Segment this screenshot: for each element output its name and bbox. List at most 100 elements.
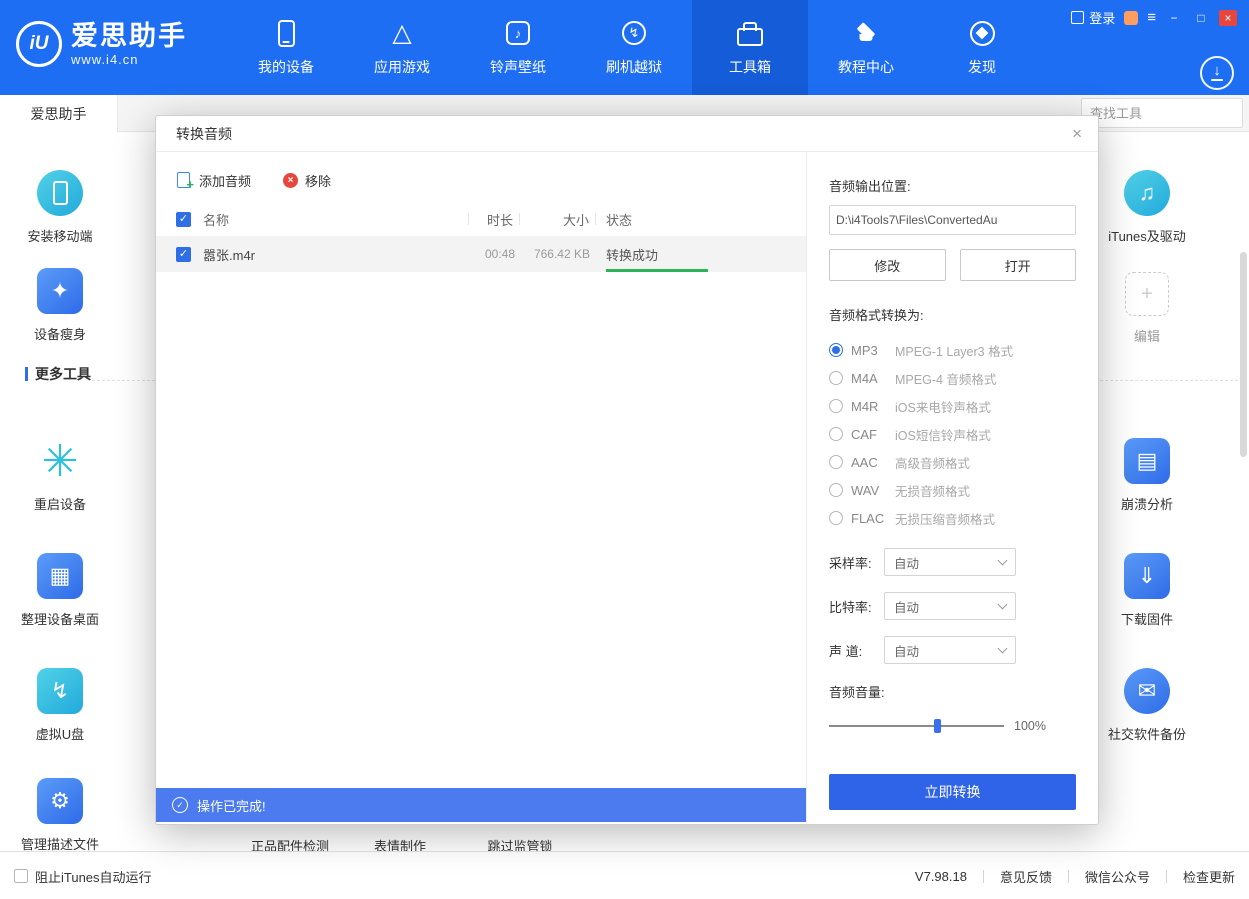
convert-now-button[interactable]: 立即转换 [829,774,1076,810]
format-option-wav[interactable]: WAV 无损音频格式 [829,476,1076,504]
radio-selected-icon [829,343,843,357]
graduation-cap-icon [851,18,881,48]
output-location-label: 音频输出位置: [829,176,1076,195]
format-desc: MPEG-1 Layer3 格式 [895,341,1013,360]
tool-edit-placeholder[interactable]: + 编辑 [1087,272,1207,345]
column-size: 大小 [520,210,595,229]
remove-button[interactable]: × 移除 [283,171,331,190]
nav-item-my-devices[interactable]: 我的设备 [228,0,344,95]
format-option-mp3[interactable]: MP3 MPEG-1 Layer3 格式 [829,336,1076,364]
download-manager-icon[interactable]: ↓ [1200,56,1234,90]
format-option-aac[interactable]: AAC 高级音频格式 [829,448,1076,476]
wechat-link[interactable]: 微信公众号 [1085,867,1150,886]
sample-rate-select[interactable]: 自动 [884,548,1016,576]
tool-device-slim[interactable]: ✦ 设备瘦身 [0,268,120,343]
format-code: MP3 [851,343,887,358]
close-dialog-icon[interactable]: × [1072,116,1082,152]
nav-item-apps-games[interactable]: △ 应用游戏 [344,0,460,95]
app-logo: iU 爱思助手 www.i4.cn [16,21,187,67]
device-slim-icon: ✦ [37,268,83,314]
nav-item-discover[interactable]: 发现 [924,0,1040,95]
bit-rate-value: 自动 [894,597,919,616]
tool-social-backup[interactable]: ✉ 社交软件备份 [1087,668,1207,743]
format-option-caf[interactable]: CAF iOS短信铃声格式 [829,420,1076,448]
briefcase-icon [737,18,763,48]
nav-label: 发现 [968,57,996,77]
format-option-m4a[interactable]: M4A MPEG-4 音频格式 [829,364,1076,392]
volume-value: 100% [1014,719,1046,733]
column-name: 名称 [203,210,468,229]
tab-aisi-assistant[interactable]: 爱思助手 [0,95,118,132]
nav-label: 铃声壁纸 [490,57,546,77]
bit-rate-select[interactable]: 自动 [884,592,1016,620]
list-icon[interactable]: ≡ [1147,11,1156,25]
channel-label: 声 道: [829,641,884,660]
search-input[interactable] [1090,106,1249,121]
sample-rate-label: 采样率: [829,553,884,572]
volume-slider[interactable] [829,725,1004,727]
radio-icon [829,371,843,385]
down-arrow-icon: ↓ [1213,65,1221,77]
open-button[interactable]: 打开 [960,249,1077,281]
tool-install-mobile[interactable]: 安装移动端 [0,170,120,245]
add-tool-icon: + [1125,272,1169,316]
nav-item-toolbox[interactable]: 工具箱 [692,0,808,95]
nav-label: 教程中心 [838,57,894,77]
close-window-button[interactable]: × [1219,10,1237,26]
block-itunes-checkbox[interactable] [14,869,28,883]
tool-label: 虚拟U盘 [0,724,120,743]
tool-label: 设备瘦身 [0,324,120,343]
tool-manage-profiles[interactable]: ⚙ 管理描述文件 [0,778,120,853]
logo-domain: www.i4.cn [71,52,187,67]
tool-restart-device[interactable]: ✳ 重启设备 [0,438,120,513]
tool-label: 安装移动端 [0,226,120,245]
tool-organize-desktop[interactable]: ▦ 整理设备桌面 [0,553,120,628]
modify-button[interactable]: 修改 [829,249,946,281]
format-option-flac[interactable]: FLAC 无损压缩音频格式 [829,504,1076,532]
volume-slider-handle[interactable] [934,719,941,733]
login-icon [1071,11,1084,24]
compass-icon [970,18,995,48]
chevron-down-icon [998,644,1008,654]
tool-download-firmware[interactable]: ⇓ 下载固件 [1087,553,1207,628]
format-desc: iOS短信铃声格式 [895,425,991,444]
maximize-button[interactable]: □ [1192,10,1210,26]
tool-crash-analysis[interactable]: ▤ 崩溃分析 [1087,438,1207,513]
download-bar-icon [1211,79,1223,81]
feedback-link[interactable]: 意见反馈 [1000,867,1052,886]
nav-item-ringtones-wallpapers[interactable]: ♪ 铃声壁纸 [460,0,576,95]
format-desc: MPEG-4 音频格式 [895,369,996,388]
nav-item-flash-jailbreak[interactable]: ↯ 刷机越狱 [576,0,692,95]
footer-divider [1166,870,1167,883]
nav-item-tutorials[interactable]: 教程中心 [808,0,924,95]
tool-virtual-usb[interactable]: ↯ 虚拟U盘 [0,668,120,743]
login-button[interactable]: 登录 [1071,8,1115,27]
gift-icon[interactable] [1124,11,1138,25]
format-list: MP3 MPEG-1 Layer3 格式 M4A MPEG-4 音频格式 M4R… [829,336,1076,532]
minimize-button[interactable]: − [1165,10,1183,26]
logo-title: 爱思助手 [71,21,187,52]
tool-label: 崩溃分析 [1087,494,1207,513]
format-code: M4A [851,371,887,386]
version-label: V7.98.18 [915,869,967,884]
file-name: 嚣张.m4r [203,245,471,264]
nav-label: 工具箱 [729,57,771,77]
channel-select[interactable]: 自动 [884,636,1016,664]
tool-label: 整理设备桌面 [0,609,120,628]
table-row[interactable]: ✓ 嚣张.m4r 00:48 766.42 KB 转换成功 [156,236,806,272]
file-size: 766.42 KB [521,247,596,261]
radio-icon [829,483,843,497]
main-nav: 我的设备 △ 应用游戏 ♪ 铃声壁纸 ↯ 刷机越狱 工具箱 教程中心 [228,0,1040,95]
row-checkbox[interactable]: ✓ [176,247,191,262]
output-path-field[interactable]: D:\i4Tools7\Files\ConvertedAu [829,205,1076,235]
radio-icon [829,427,843,441]
select-all-checkbox[interactable]: ✓ [176,212,191,227]
table-header: ✓ 名称 时长 大小 状态 [156,202,806,236]
add-audio-button[interactable]: 添加音频 [176,171,251,190]
tool-itunes-drivers[interactable]: ♫ iTunes及驱动 [1087,170,1207,245]
format-option-m4r[interactable]: M4R iOS来电铃声格式 [829,392,1076,420]
scrollbar[interactable] [1240,252,1247,457]
add-audio-label: 添加音频 [199,171,251,190]
footer-divider [983,870,984,883]
check-update-link[interactable]: 检查更新 [1183,867,1235,886]
